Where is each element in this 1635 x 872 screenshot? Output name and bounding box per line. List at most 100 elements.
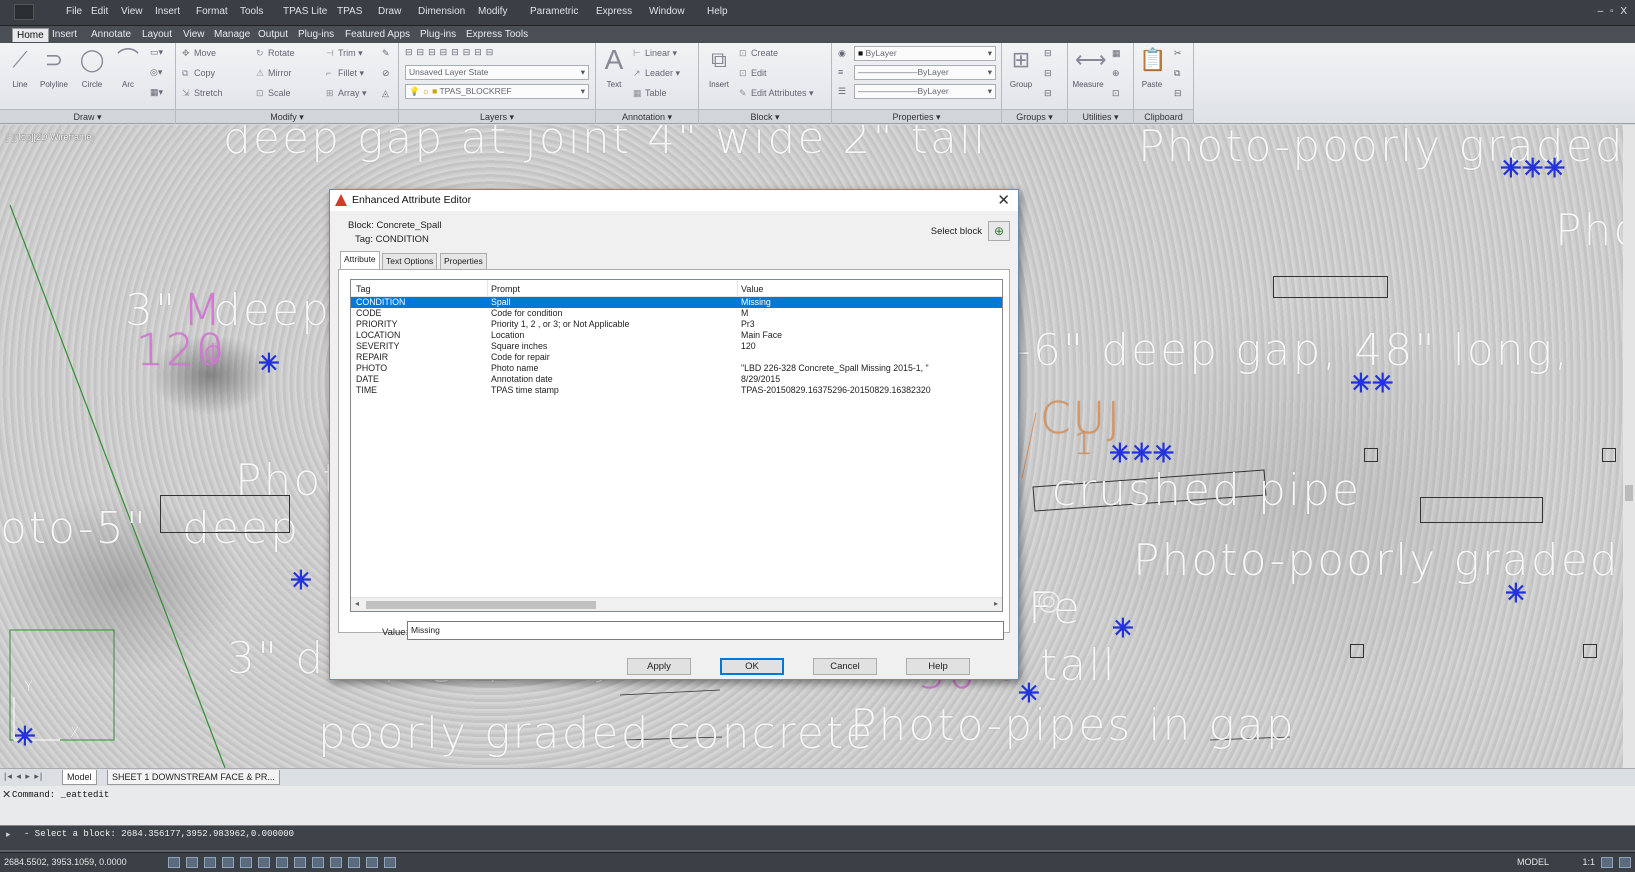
match-icon[interactable]: ⊟ [1174,88,1182,99]
annotation-scale[interactable]: 1:1 [1582,857,1595,867]
ungroup-icon[interactable]: ⊟ [1044,48,1052,59]
quick-properties-icon[interactable] [348,857,360,868]
annotation-panel-title[interactable]: Annotation ▾ [596,109,698,123]
attribute-list[interactable]: Tag Prompt Value CONDITION Spall Missing… [350,279,1003,612]
attribute-row[interactable]: REPAIR Code for repair [351,352,1002,363]
menu-draw[interactable]: Draw [378,6,401,17]
arc-button[interactable]: ⌒ Arc [112,46,144,89]
menu-view[interactable]: View [121,6,143,17]
attribute-row[interactable]: LOCATION Location Main Face [351,330,1002,341]
groups-panel-title[interactable]: Groups ▾ [1002,109,1067,123]
dialog-title-bar[interactable]: Enhanced Attribute Editor ✕ [330,190,1018,211]
leader-button[interactable]: ↗ Leader ▾ [633,68,680,79]
transparency-icon[interactable] [330,857,342,868]
offset-icon[interactable]: ◬ [382,88,389,99]
layout-tab-model[interactable]: Model [62,770,97,785]
application-menu-button[interactable] [14,4,34,20]
ribbon-tab-output[interactable]: Output [254,28,292,42]
lineweight-toggle-icon[interactable] [312,857,324,868]
ok-button[interactable]: OK [720,658,784,675]
command-line[interactable]: ▸ - Select a block: 2684.356177,3952.983… [0,826,1635,850]
ribbon-tab-home[interactable]: Home [12,28,49,42]
copy-button[interactable]: ⧉ Copy [182,68,215,79]
window-controls[interactable]: – ▫ X [1598,6,1629,17]
attribute-row[interactable]: SEVERITY Square inches 120 [351,341,1002,352]
utilities-panel-title[interactable]: Utilities ▾ [1068,109,1133,123]
scale-button[interactable]: ⊡ Scale [256,88,291,99]
circle-button[interactable]: ◯ Circle [76,46,108,89]
cancel-button[interactable]: Cancel [813,658,877,675]
measure-button[interactable]: ⟷ Measure [1072,46,1106,89]
ribbon-tab-featured-apps[interactable]: Featured Apps [341,28,414,42]
explode-icon[interactable]: ⊘ [382,68,390,79]
attribute-row[interactable]: DATE Annotation date 8/29/2015 [351,374,1002,385]
mirror-button[interactable]: ⚠ Mirror [256,68,292,79]
annotation-monitor-icon[interactable] [384,857,396,868]
edit-block-button[interactable]: ⊡ Edit [739,68,767,79]
dynamic-ucs-icon[interactable] [276,857,288,868]
group-button[interactable]: ⊞ Group [1005,46,1037,89]
menu-tpas-lite[interactable]: TPAS Lite [283,6,327,17]
copy-clip-icon[interactable]: ⧉ [1174,68,1180,79]
edit-attributes-button[interactable]: ✎ Edit Attributes ▾ [739,88,814,99]
attribute-row[interactable]: TIME TPAS time stamp TPAS-20150829.16375… [351,385,1002,396]
move-button[interactable]: ✥ Move [182,48,216,59]
cut-icon[interactable]: ✂ [1174,48,1182,59]
menu-edit[interactable]: Edit [91,6,108,17]
select-all-icon[interactable]: ⊡ [1112,88,1120,99]
properties-panel-title[interactable]: Properties ▾ [832,109,1001,123]
draw-panel-title[interactable]: Draw ▾ [0,109,175,123]
ortho-mode-icon[interactable] [204,857,216,868]
text-button[interactable]: A Text [598,46,630,90]
column-header-prompt[interactable]: Prompt [491,284,520,294]
object-snap-tracking-icon[interactable] [258,857,270,868]
ribbon-tab-manage[interactable]: Manage [210,28,254,42]
id-point-icon[interactable]: ⊕ [1112,68,1120,79]
select-block-button[interactable]: ⊕ [988,221,1010,241]
attribute-row[interactable]: CODE Code for condition M [351,308,1002,319]
scroll-right-icon[interactable]: ▸ [994,599,998,608]
attribute-list-horizontal-scrollbar[interactable]: ◂ ▸ [351,597,1002,611]
table-draw-icon[interactable]: ▦▾ [150,87,163,98]
rectangle-icon[interactable]: ▭▾ [150,47,163,58]
object-snap-icon[interactable] [240,857,252,868]
tab-attribute[interactable]: Attribute [340,251,380,270]
menu-parametric[interactable]: Parametric [530,6,578,17]
color-dropdown[interactable]: ■ ByLayer ▾ [854,46,996,61]
snap-mode-icon[interactable] [168,857,180,868]
rotate-button[interactable]: ↻ Rotate [256,48,295,59]
attribute-row[interactable]: CONDITION Spall Missing [351,297,1002,308]
trim-button[interactable]: ⊣ Trim ▾ [326,48,363,59]
table-button[interactable]: ▦ Table [633,88,667,99]
apply-button[interactable]: Apply [627,658,691,675]
ribbon-tab-view[interactable]: View [179,28,209,42]
close-icon[interactable]: ✕ [997,191,1010,209]
linetype-dropdown[interactable]: ———————ByLayer ▾ [854,65,996,80]
tab-properties[interactable]: Properties [440,253,487,269]
layer-state-dropdown[interactable]: Unsaved Layer State ▾ [405,65,589,80]
close-icon[interactable]: ✕ [2,788,11,801]
customization-icon[interactable] [1619,857,1631,868]
layers-panel-title[interactable]: Layers ▾ [399,109,595,123]
dynamic-input-icon[interactable] [294,857,306,868]
linear-dimension-button[interactable]: ⊢ Linear ▾ [633,48,677,59]
paste-button[interactable]: 📋 Paste [1136,46,1168,89]
ribbon-tab-express-tools[interactable]: Express Tools [462,28,532,42]
menu-tpas[interactable]: TPAS [337,6,362,17]
menu-modify[interactable]: Modify [478,6,507,17]
polyline-button[interactable]: ⊃ Polyline [38,46,70,89]
line-button[interactable]: ⟋ Line [4,46,36,89]
menu-dimension[interactable]: Dimension [418,6,465,17]
ribbon-tab-annotate[interactable]: Annotate [87,28,135,42]
layer-dropdown[interactable]: 💡 ☼ ■ TPAS_BLOCKREF ▾ [405,84,589,99]
menu-insert[interactable]: Insert [155,6,180,17]
tab-text-options[interactable]: Text Options [382,253,438,269]
quick-calc-icon[interactable]: ▦ [1112,48,1121,59]
ribbon-tab-plugins-2[interactable]: Plug-ins [416,28,460,42]
column-divider[interactable] [737,280,738,297]
value-input[interactable]: Missing [407,621,1004,640]
match-properties-icon[interactable]: ◉ [838,48,846,59]
menu-express[interactable]: Express [596,6,632,17]
menu-window[interactable]: Window [649,6,685,17]
model-space-toggle[interactable]: MODEL [1517,857,1549,867]
